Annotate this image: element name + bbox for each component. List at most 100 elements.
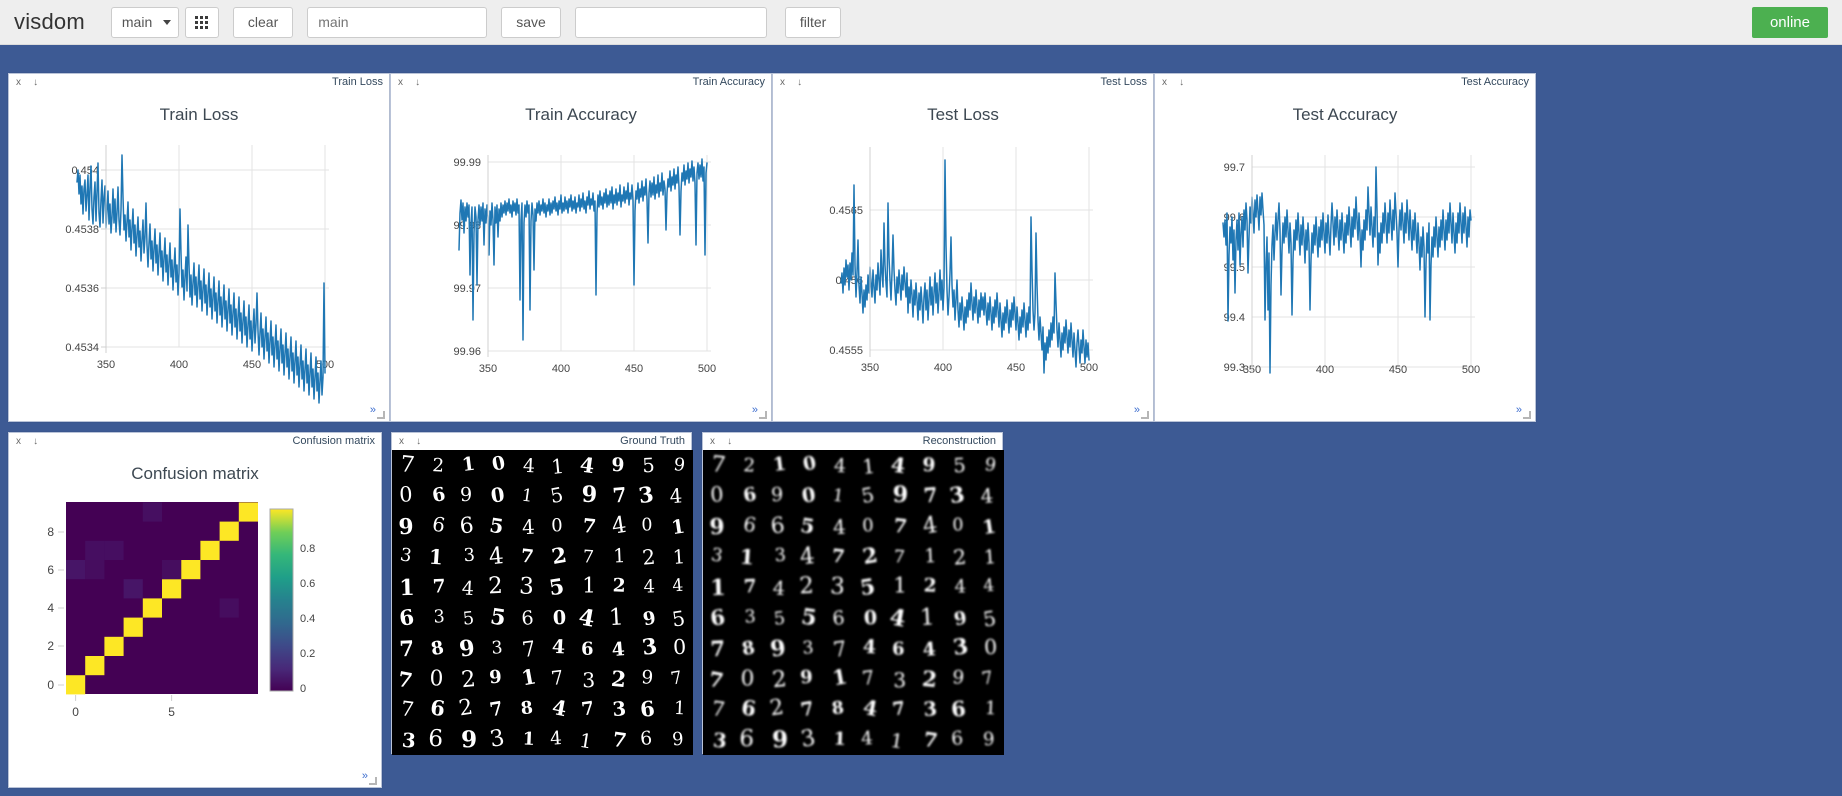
pane-header[interactable]: x ↓ Test Loss <box>773 74 1153 91</box>
resize-handle[interactable] <box>1141 411 1149 419</box>
download-icon[interactable]: ↓ <box>727 436 732 448</box>
plot-title: Train Loss <box>159 105 239 124</box>
connection-status-badge[interactable]: online <box>1751 7 1828 38</box>
plot-title: Confusion matrix <box>131 464 259 483</box>
ground-truth-image-grid[interactable]: 7210414959069015973496654074013134727121… <box>392 450 693 755</box>
svg-text:7: 7 <box>710 637 726 663</box>
clear-button[interactable]: clear <box>232 6 294 38</box>
filter-input[interactable] <box>574 6 767 38</box>
expand-icon[interactable]: » <box>752 405 758 416</box>
svg-text:7: 7 <box>743 576 757 597</box>
data-trace <box>840 159 1090 374</box>
confusion-matrix-plot[interactable]: 0 2 4 6 8 0 5 0 0.2 0.4 0.6 0.8 <box>9 484 383 774</box>
svg-text:0: 0 <box>740 666 754 691</box>
resize-handle[interactable] <box>759 411 767 419</box>
train-loss-plot[interactable]: 0.454 0.4538 0.4536 0.4534 350 400 450 5… <box>9 125 391 405</box>
svg-text:0: 0 <box>641 515 652 535</box>
svg-text:2: 2 <box>641 545 656 570</box>
train-accuracy-plot[interactable]: 99.99 99.98 99.97 99.96 350 400 450 500 <box>391 125 773 405</box>
download-icon[interactable]: ↓ <box>1179 77 1184 89</box>
svg-text:4: 4 <box>832 515 846 540</box>
svg-text:6: 6 <box>950 728 964 750</box>
svg-text:9: 9 <box>460 483 473 506</box>
resize-handle[interactable] <box>1523 411 1531 419</box>
grid-layout-button[interactable] <box>184 6 219 38</box>
pane-header[interactable]: x ↓ Confusion matrix <box>9 433 381 450</box>
save-button[interactable]: save <box>501 6 561 38</box>
svg-text:7: 7 <box>893 547 905 568</box>
filter-button[interactable]: filter <box>784 6 842 38</box>
pane-confusion-matrix[interactable]: x ↓ Confusion matrix Confusion matrix 0 … <box>8 432 382 788</box>
download-icon[interactable]: ↓ <box>415 77 420 89</box>
pane-header[interactable]: x ↓ Test Accuracy <box>1155 74 1535 91</box>
pane-header[interactable]: x ↓ Train Loss <box>9 74 389 91</box>
close-icon[interactable]: x <box>16 436 21 448</box>
close-icon[interactable]: x <box>16 77 21 89</box>
svg-text:4: 4 <box>643 576 655 597</box>
expand-icon[interactable]: » <box>370 405 376 416</box>
svg-text:0.454: 0.454 <box>71 165 99 177</box>
expand-icon[interactable]: » <box>362 771 368 782</box>
svg-text:99.4: 99.4 <box>1224 312 1245 324</box>
download-icon[interactable]: ↓ <box>416 436 421 448</box>
environment-name-input[interactable] <box>307 6 488 38</box>
svg-text:7: 7 <box>831 546 846 568</box>
svg-text:8: 8 <box>520 698 534 719</box>
pane-train-accuracy[interactable]: x ↓ Train Accuracy Train Accuracy 99.99 … <box>390 73 772 422</box>
pane-footer: » <box>742 404 768 420</box>
x-axis-ticks: 350 400 450 500 <box>1243 364 1480 376</box>
svg-text:3: 3 <box>433 607 445 627</box>
pane-test-loss[interactable]: x ↓ Test Loss Test Loss 0.4565 0.456 0.4… <box>772 73 1154 422</box>
svg-text:1: 1 <box>582 574 596 599</box>
heatmap-cells <box>66 502 258 695</box>
svg-text:400: 400 <box>552 363 570 375</box>
pane-header-title: Train Accuracy <box>692 76 765 88</box>
svg-text:5: 5 <box>642 454 656 478</box>
svg-text:0: 0 <box>47 678 54 692</box>
close-icon[interactable]: x <box>398 77 403 89</box>
svg-text:6: 6 <box>831 606 845 630</box>
svg-text:7: 7 <box>581 514 597 538</box>
pane-reconstruction[interactable]: x ↓ Reconstruction 721041495906901597349… <box>702 432 1004 755</box>
close-icon[interactable]: x <box>1162 77 1167 89</box>
reconstruction-image-grid[interactable]: 7210414959069015973496654074013134727121… <box>703 450 1004 755</box>
gridlines <box>869 147 1093 351</box>
mnist-digit-grid: 7 2 1 0 4 1 4 9 5 90 6 9 0 1 5 9 7 3 49 6 6 5 4 0 7 4 0 13 1 3 4 7 2 7 1 2 1… <box>392 450 693 755</box>
expand-icon[interactable]: » <box>1516 405 1522 416</box>
svg-text:3: 3 <box>612 697 627 721</box>
download-icon[interactable]: ↓ <box>33 436 38 448</box>
pane-test-accuracy[interactable]: x ↓ Test Accuracy Test Accuracy 99.7 99.… <box>1154 73 1536 422</box>
environment-select[interactable]: main <box>110 6 179 38</box>
download-icon[interactable]: ↓ <box>33 77 38 89</box>
data-trace <box>458 158 708 341</box>
pane-footer: » <box>352 770 378 786</box>
pane-header[interactable]: x ↓ Train Accuracy <box>391 74 771 91</box>
pane-ground-truth[interactable]: x ↓ Ground Truth 72104149590690159734966… <box>391 432 693 755</box>
svg-text:9: 9 <box>771 483 784 506</box>
test-loss-plot[interactable]: 0.4565 0.456 0.4555 350 400 450 500 <box>773 125 1155 405</box>
svg-text:2: 2 <box>610 667 627 693</box>
svg-text:3: 3 <box>519 573 535 600</box>
pane-header[interactable]: x ↓ Reconstruction <box>703 433 1002 450</box>
close-icon[interactable]: x <box>710 436 715 448</box>
close-icon[interactable]: x <box>780 77 785 89</box>
svg-text:0.4: 0.4 <box>300 613 315 625</box>
close-icon[interactable]: x <box>399 436 404 448</box>
app-logo: visdom <box>14 9 85 34</box>
svg-text:9: 9 <box>892 482 908 508</box>
y-axis-ticks: 0.4565 0.456 0.4555 <box>829 205 863 357</box>
resize-handle[interactable] <box>369 777 377 785</box>
svg-text:7: 7 <box>923 482 939 507</box>
svg-text:0: 0 <box>552 606 566 630</box>
test-accuracy-plot[interactable]: 99.7 99.6 99.5 99.4 99.3 350 400 450 500 <box>1155 125 1537 405</box>
svg-text:9: 9 <box>772 726 789 753</box>
plot-title: Test Loss <box>927 105 999 124</box>
resize-handle[interactable] <box>377 411 385 419</box>
download-icon[interactable]: ↓ <box>797 77 802 89</box>
svg-text:0: 0 <box>300 683 306 695</box>
pane-train-loss[interactable]: x ↓ Train Loss Train Loss 0.454 0.4538 0… <box>8 73 390 422</box>
svg-text:7: 7 <box>612 482 628 507</box>
expand-icon[interactable]: » <box>1134 405 1140 416</box>
svg-text:4: 4 <box>983 576 996 597</box>
pane-header[interactable]: x ↓ Ground Truth <box>392 433 691 450</box>
